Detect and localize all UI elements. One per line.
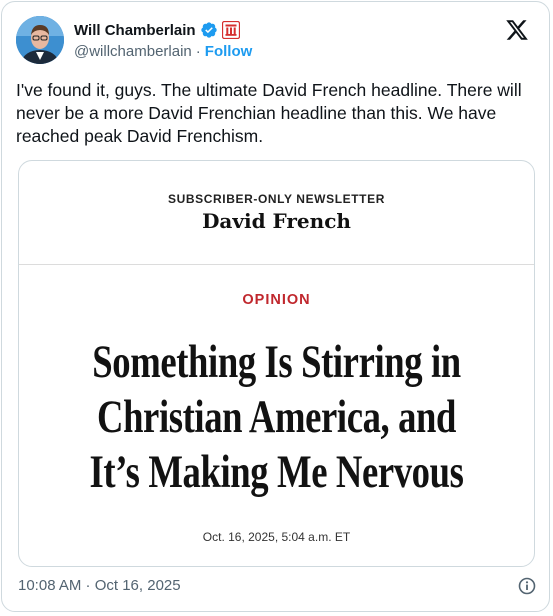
- media-card[interactable]: SUBSCRIBER-ONLY NEWSLETTER David French …: [18, 160, 535, 567]
- tweet-header: Will Chamberlain @willchamberlain · Foll…: [16, 16, 535, 66]
- tweet-text: I've found it, guys. The ultimate David …: [16, 80, 522, 146]
- avatar[interactable]: [16, 16, 64, 64]
- name-row: Will Chamberlain: [74, 20, 240, 40]
- affiliation-badge-icon[interactable]: [221, 20, 240, 40]
- separator: ·: [195, 43, 201, 60]
- headline-line: Something Is Stirring in: [92, 336, 461, 388]
- x-logo-icon[interactable]: [505, 18, 529, 42]
- article-headline: Something Is Stirring in Christian Ameri…: [76, 335, 478, 500]
- display-name[interactable]: Will Chamberlain: [74, 22, 196, 39]
- newsletter-name: David French: [202, 209, 351, 233]
- follow-button[interactable]: Follow: [205, 43, 253, 60]
- tweet-timestamp[interactable]: 10:08 AM · Oct 16, 2025: [18, 577, 181, 594]
- headline-line: Christian America, and: [96, 391, 457, 443]
- article-dateline: Oct. 16, 2025, 5:04 a.m. ET: [202, 530, 351, 544]
- info-icon[interactable]: [517, 576, 537, 596]
- divider: [19, 264, 534, 265]
- section-label: OPINION: [242, 292, 311, 308]
- newsletter-label: SUBSCRIBER-ONLY NEWSLETTER: [168, 192, 385, 206]
- headline-line: It’s Making Me Nervous: [89, 446, 464, 498]
- verified-badge-icon: [200, 21, 218, 39]
- tweet-card[interactable]: Will Chamberlain @willchamberlain · Foll…: [1, 1, 550, 612]
- handle[interactable]: @willchamberlain: [74, 43, 192, 60]
- handle-row: @willchamberlain · Follow: [74, 43, 252, 60]
